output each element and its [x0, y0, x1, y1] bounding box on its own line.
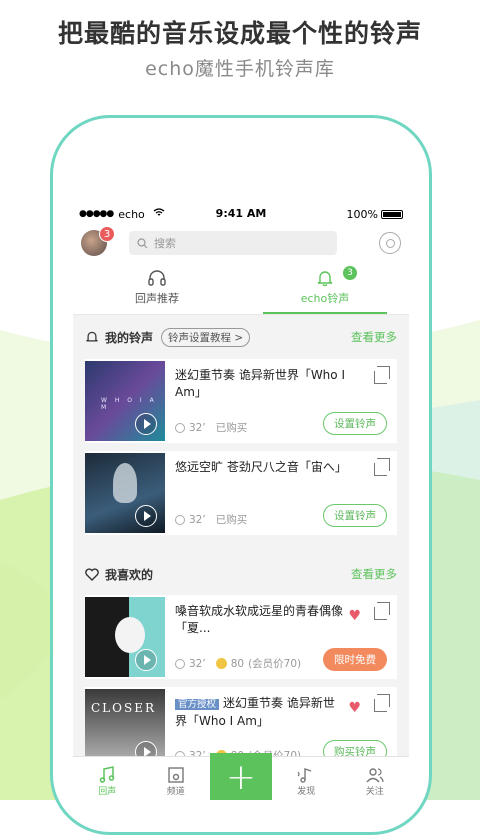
purchase-status: 已购买 [215, 514, 248, 526]
share-icon[interactable] [374, 458, 390, 476]
promo-subtitle: echo魔性手机铃声库 [145, 58, 335, 80]
song-title: 迷幻重节奏 诡异新世界「Who I Am」 [175, 368, 345, 399]
share-icon[interactable] [374, 366, 390, 384]
search-placeholder: 搜索 [154, 237, 176, 250]
cover-art [113, 463, 137, 503]
tab-badge: 3 [343, 266, 357, 280]
search-input[interactable]: 搜索 [129, 231, 337, 255]
section-title: 我的铃声 [105, 330, 154, 345]
status-time: 9:41 AM [215, 207, 267, 220]
nav-echo[interactable]: 回声 [73, 757, 142, 800]
play-icon[interactable] [135, 505, 157, 527]
tutorial-button[interactable]: 铃声设置教程 > [161, 327, 251, 347]
price: 80 [230, 657, 245, 670]
duration: 32’ [189, 657, 206, 670]
song-title: 悠远空旷 苍劲尺八之音「宙へ」 [175, 460, 347, 474]
song-title: 嗓音软成水软成远星的青春偶像「夏... [175, 604, 344, 635]
disc-icon[interactable] [379, 232, 401, 254]
share-icon[interactable] [374, 602, 390, 620]
coin-icon [215, 658, 227, 669]
tab-echo-recommend[interactable]: 回声推荐 [73, 261, 241, 314]
app-screen: ●●●●● echo 9:41 AM 100% 3 搜索 回声推荐 3 echo… [73, 203, 409, 800]
ringtone-card[interactable]: W H O I A M 迷幻重节奏 诡异新世界「Who I Am」 32’ 已购… [85, 359, 397, 443]
music-note-icon [100, 766, 115, 783]
bottom-nav: 回声 频道 + 发现 关注 [73, 753, 410, 800]
set-ringtone-button[interactable]: 设置铃声 [323, 412, 387, 435]
duration: 32’ [189, 513, 206, 526]
see-more-link[interactable]: 查看更多 [351, 566, 397, 582]
member-price: (会员价70) [248, 658, 302, 670]
set-ringtone-button[interactable]: 设置铃声 [323, 504, 387, 527]
song-title: 官方授权 迷幻重节奏 诡异新世界「Who I Am」 [175, 696, 335, 728]
duration: 32’ [189, 421, 206, 434]
favorites-header: 我喜欢的 查看更多 [73, 559, 409, 589]
ringtone-card[interactable]: 悠远空旷 苍劲尺八之音「宙へ」 32’ 已购买 设置铃声 [85, 451, 397, 535]
bell-icon [86, 331, 98, 342]
my-ringtones-header: 我的铃声 铃声设置教程 > 查看更多 [73, 315, 409, 359]
album-cover [85, 597, 165, 677]
album-cover: W H O I A M [85, 361, 165, 441]
promo-title: 把最酷的音乐设成最个性的铃声 [57, 19, 422, 48]
add-button[interactable]: + [210, 753, 272, 800]
avatar[interactable]: 3 [81, 226, 115, 256]
tab-bar: 回声推荐 3 echo铃声 [73, 261, 409, 315]
nav-channel[interactable]: 频道 [142, 757, 211, 800]
favorite-card[interactable]: 嗓音软成水软成远星的青春偶像「夏... 32’ 80 (会员价70) ♥ 限时免… [85, 595, 397, 679]
tab-label: echo铃声 [300, 292, 350, 305]
notification-badge: 3 [99, 226, 115, 242]
tab-label: 回声推荐 [135, 292, 179, 305]
discover-icon [297, 768, 312, 783]
channel-icon [168, 767, 184, 783]
see-more-link[interactable]: 查看更多 [351, 329, 397, 345]
heart-icon[interactable]: ♥ [348, 608, 361, 624]
cover-art [115, 617, 145, 653]
limited-free-button[interactable]: 限时免费 [323, 648, 387, 671]
status-bar: ●●●●● echo 9:41 AM 100% [73, 203, 409, 225]
heart-outline-icon [85, 567, 99, 581]
heart-icon[interactable]: ♥ [348, 700, 361, 716]
clock-icon [175, 514, 185, 525]
purchase-status: 已购买 [215, 422, 248, 434]
clock-icon [175, 422, 185, 433]
users-icon [366, 768, 384, 783]
bell-icon [317, 271, 333, 287]
official-tag: 官方授权 [175, 699, 220, 710]
battery-icon [381, 209, 403, 219]
play-icon[interactable] [135, 649, 157, 671]
share-icon[interactable] [374, 694, 390, 712]
nav-follow[interactable]: 关注 [341, 757, 410, 800]
play-icon[interactable] [135, 413, 157, 435]
search-icon [137, 237, 148, 248]
cover-text: CLOSER [91, 701, 157, 715]
section-title: 我喜欢的 [105, 567, 154, 582]
nav-discover[interactable]: 发现 [272, 757, 341, 800]
headphones-icon [148, 270, 166, 286]
clock-icon [175, 658, 185, 669]
top-header: 3 搜索 [73, 225, 409, 261]
tab-echo-ringtone[interactable]: 3 echo铃声 [241, 261, 409, 314]
album-cover [85, 453, 165, 533]
cover-art: W H O I A M [101, 397, 157, 411]
